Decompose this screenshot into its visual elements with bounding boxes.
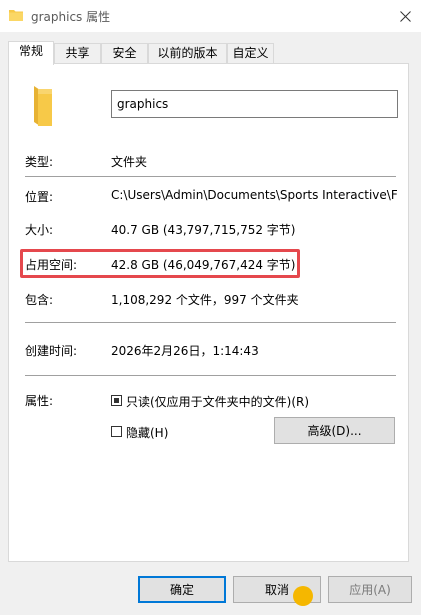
title-bar: graphics 属性	[0, 0, 421, 32]
tab-customize[interactable]: 自定义	[227, 43, 274, 63]
watermark-logo	[293, 586, 313, 606]
location-label: 位置:	[25, 190, 54, 204]
tab-general[interactable]: 常规	[8, 41, 54, 65]
type-label: 类型:	[25, 155, 54, 169]
folder-name-input[interactable]	[111, 90, 398, 118]
divider	[25, 322, 396, 323]
folder-icon	[9, 10, 23, 21]
ok-button[interactable]: 确定	[138, 576, 226, 603]
close-button[interactable]	[389, 0, 421, 32]
size-label: 大小:	[25, 223, 54, 237]
tab-previous-versions[interactable]: 以前的版本	[148, 43, 227, 63]
advanced-button[interactable]: 高级(D)...	[274, 417, 395, 444]
close-icon	[399, 10, 411, 22]
tab-security[interactable]: 安全	[101, 43, 148, 63]
window-title: graphics 属性	[31, 10, 111, 24]
type-value: 文件夹	[111, 155, 148, 169]
hidden-label[interactable]: 隐藏(H)	[126, 424, 168, 441]
folder-icon	[34, 86, 52, 126]
created-value: 2026年2月26日，1:14:43	[111, 344, 259, 358]
size-value: 40.7 GB (43,797,715,752 字节)	[111, 223, 296, 237]
readonly-checkbox[interactable]	[111, 395, 122, 406]
apply-button[interactable]: 应用(A)	[328, 576, 412, 603]
contains-value: 1,108,292 个文件，997 个文件夹	[111, 293, 299, 307]
hidden-checkbox[interactable]	[111, 426, 122, 437]
contains-label: 包含:	[25, 293, 54, 307]
divider	[25, 176, 396, 177]
disk-size-label: 占用空间:	[25, 258, 78, 272]
created-label: 创建时间:	[25, 344, 78, 358]
attributes-label: 属性:	[25, 394, 54, 408]
disk-size-value: 42.8 GB (46,049,767,424 字节)	[111, 258, 296, 272]
location-value: C:\Users\Admin\Documents\Sports Interact…	[111, 188, 397, 202]
readonly-label[interactable]: 只读(仅应用于文件夹中的文件)(R)	[126, 393, 309, 410]
divider	[25, 375, 396, 376]
tab-sharing[interactable]: 共享	[54, 43, 101, 63]
general-panel: 类型: 文件夹 位置: C:\Users\Admin\Documents\Spo…	[8, 63, 409, 562]
